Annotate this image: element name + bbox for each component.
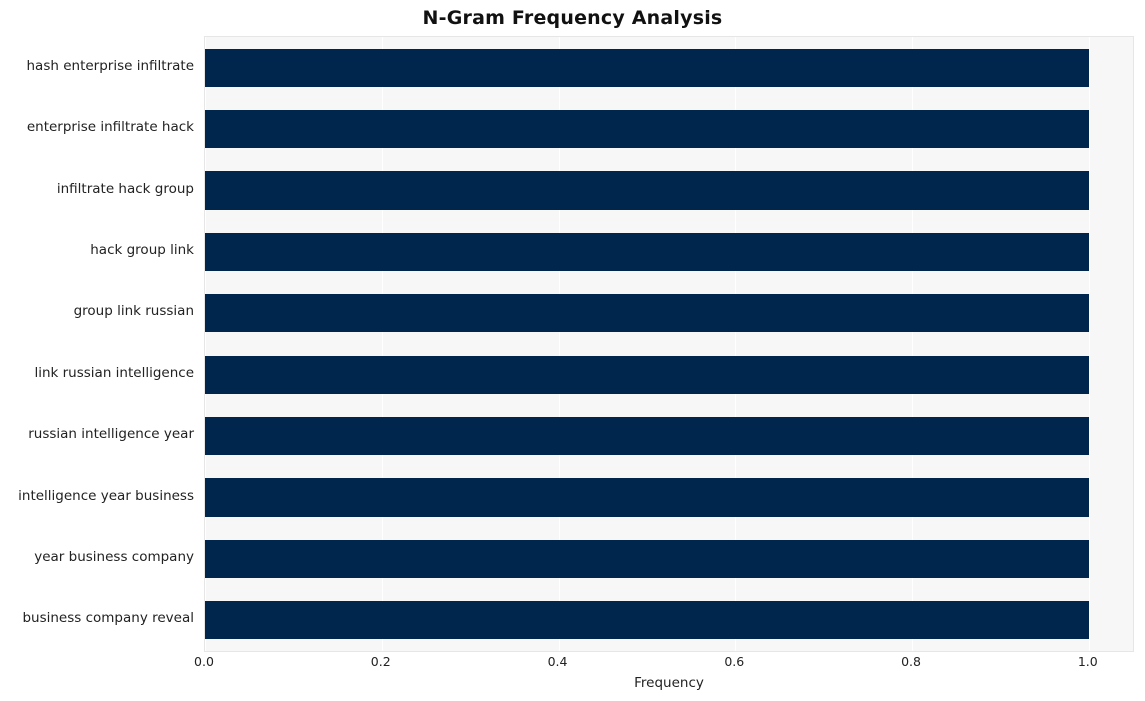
x-axis-label: Frequency <box>634 675 704 691</box>
x-axis-tick-label: 1.0 <box>1077 654 1098 669</box>
y-axis-tick-label: enterprise infiltrate hack <box>26 119 194 136</box>
y-axis-tick-label: year business company <box>34 548 194 565</box>
y-axis-tick-label: link russian intelligence <box>34 364 194 381</box>
page-title: N-Gram Frequency Analysis <box>422 7 723 29</box>
x-axis-tick-labels: 0.0 0.2 0.4 0.6 0.8 1.0 <box>194 654 1134 674</box>
x-axis-tick-label: 0.0 <box>194 654 214 669</box>
y-axis-tick-label: hack group link <box>90 241 194 258</box>
y-axis-tick-label: group link russian <box>73 303 194 320</box>
x-axis-tick-label: 0.2 <box>370 654 391 669</box>
y-axis-tick-label: intelligence year business <box>18 487 194 504</box>
y-axis-tick-label: infiltrate hack group <box>56 180 194 197</box>
x-axis-tick-label: 0.4 <box>547 654 568 669</box>
x-axis-tick-label: 0.8 <box>901 654 921 669</box>
y-axis-tick-label: hash enterprise infiltrate <box>26 57 195 74</box>
ngram-frequency-chart: N-Gram Frequency Analysis hash enterpris… <box>0 0 1145 701</box>
y-axis-tick-labels: hash enterprise infiltrate enterprise inf… <box>0 36 1145 652</box>
y-axis-tick-label: business company reveal <box>22 610 194 627</box>
x-axis-tick-label: 0.6 <box>724 654 745 669</box>
y-axis-tick-label: russian intelligence year <box>28 426 194 443</box>
